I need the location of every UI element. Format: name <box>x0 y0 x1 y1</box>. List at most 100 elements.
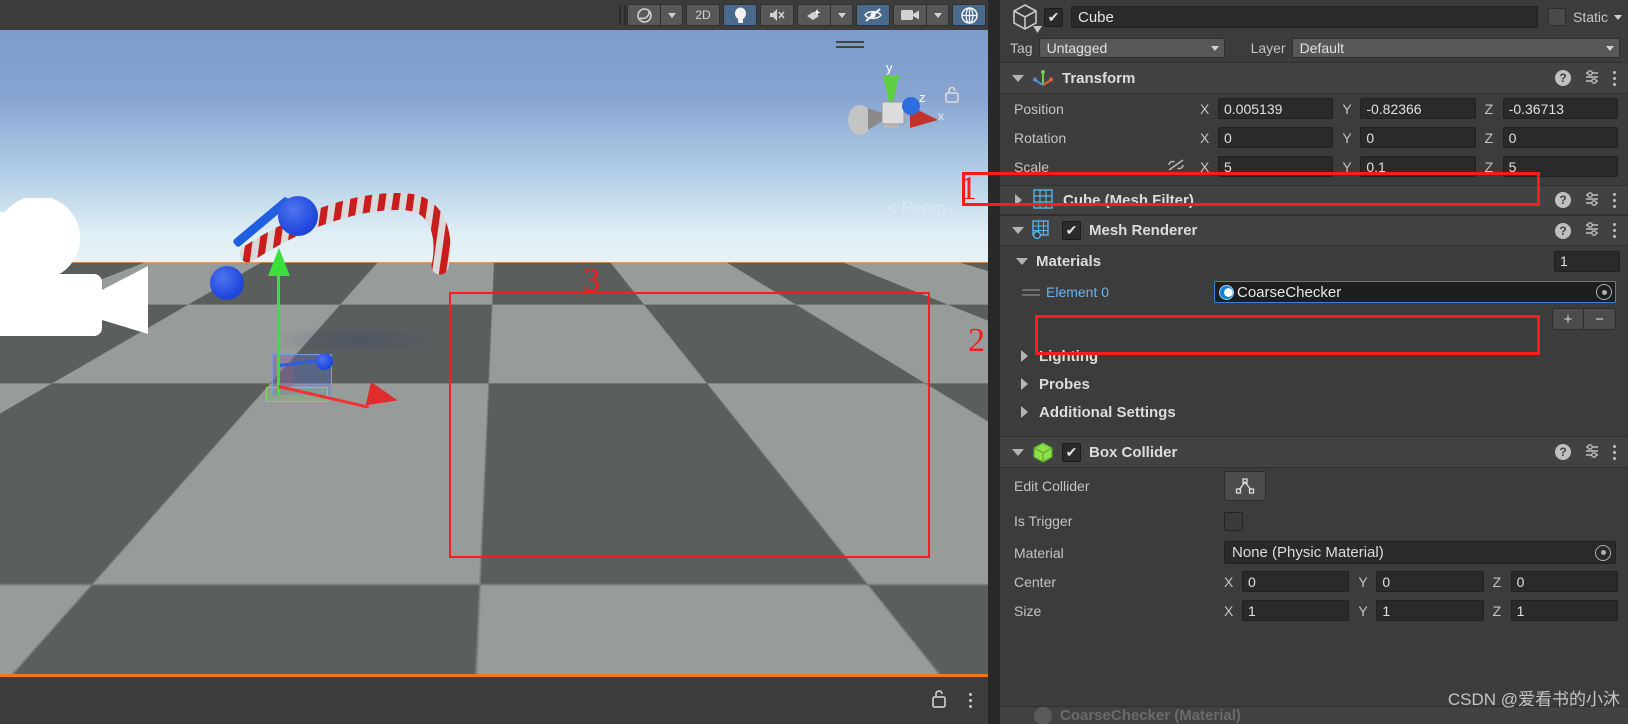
help-icon[interactable]: ? <box>1555 70 1571 86</box>
object-picker-icon[interactable] <box>1596 284 1612 300</box>
scale-x-field[interactable]: 5 <box>1218 156 1334 177</box>
additional-settings-foldout[interactable]: Additional Settings <box>1000 398 1628 426</box>
unlock-icon[interactable] <box>931 689 947 713</box>
position-x-field[interactable]: 0.005139 <box>1218 98 1334 119</box>
object-picker-icon[interactable] <box>1595 544 1611 561</box>
gameobject-name-field[interactable]: Cube <box>1071 6 1538 28</box>
shading-mode-group <box>627 4 683 26</box>
materials-foldout-row[interactable]: Materials 1 <box>1000 246 1628 276</box>
position-y-field[interactable]: -0.82366 <box>1360 98 1476 119</box>
component-title: Transform <box>1062 69 1136 87</box>
help-icon[interactable]: ? <box>1555 222 1571 239</box>
center-y-field[interactable]: 0 <box>1376 571 1484 592</box>
edit-collider-row: Edit Collider <box>1000 468 1628 504</box>
property-label: Edit Collider <box>1014 478 1090 494</box>
gameobject-enabled-checkbox[interactable]: ✔ <box>1044 7 1063 27</box>
viewport-drag-handle[interactable] <box>836 41 864 51</box>
foldout-arrow-icon[interactable] <box>1015 194 1022 206</box>
scene-orientation-gizmo[interactable]: y x z <box>838 58 948 168</box>
component-header-transform[interactable]: Transform ? <box>1000 62 1628 94</box>
gizmo-axis-y[interactable] <box>277 268 280 396</box>
remove-material-button[interactable]: − <box>1584 308 1616 330</box>
gizmo-arrow-y[interactable] <box>268 248 290 276</box>
kebab-menu-icon[interactable] <box>1613 223 1616 238</box>
add-material-button[interactable]: + <box>1552 308 1584 330</box>
toggle-2d-button[interactable]: 2D <box>686 4 720 26</box>
material-preview-icon <box>1034 707 1052 724</box>
reorder-handle-icon[interactable] <box>1022 288 1040 296</box>
effects-dropdown[interactable] <box>831 4 853 26</box>
kebab-menu-icon[interactable] <box>1613 444 1616 460</box>
shading-mode-button[interactable] <box>627 4 661 26</box>
joint-sphere[interactable] <box>210 266 244 300</box>
gizmo-handle-z[interactable] <box>316 353 333 370</box>
component-title: Mesh Renderer <box>1089 222 1198 239</box>
rope-mesh[interactable] <box>240 180 480 300</box>
foldout-arrow-icon[interactable] <box>1012 227 1024 234</box>
static-checkbox[interactable] <box>1547 8 1566 26</box>
kebab-menu-icon[interactable] <box>969 693 972 708</box>
help-icon[interactable]: ? <box>1555 444 1571 460</box>
scene-camera-dropdown[interactable] <box>927 4 949 26</box>
size-x-field[interactable]: 1 <box>1242 600 1350 621</box>
gizmos-toggle-button[interactable] <box>952 4 986 26</box>
rotation-x-field[interactable]: 0 <box>1218 127 1334 148</box>
material-object-field[interactable]: CoarseChecker <box>1214 281 1616 303</box>
preset-icon[interactable] <box>1584 443 1600 462</box>
size-y-field[interactable]: 1 <box>1376 600 1484 621</box>
kebab-menu-icon[interactable] <box>1613 192 1616 208</box>
tag-dropdown[interactable]: Untagged <box>1038 38 1225 58</box>
component-header-tools: ? <box>1555 69 1620 88</box>
box-collider-enabled-checkbox[interactable]: ✔ <box>1062 442 1081 462</box>
scene-camera-button[interactable] <box>893 4 927 26</box>
edit-collider-button[interactable] <box>1224 471 1266 501</box>
joint-sphere[interactable] <box>278 196 318 236</box>
scene-viewport[interactable]: y x z < Persp <box>0 30 988 674</box>
toggle-lighting-button[interactable] <box>723 4 757 26</box>
scene-camera-gizmo[interactable] <box>0 198 190 358</box>
scale-z-field[interactable]: 5 <box>1502 156 1618 177</box>
help-icon[interactable]: ? <box>1555 192 1571 208</box>
mesh-renderer-enabled-checkbox[interactable]: ✔ <box>1062 221 1081 240</box>
projection-mode-label[interactable]: < Persp <box>887 198 946 218</box>
constrained-proportions-off-icon[interactable] <box>1166 157 1200 176</box>
property-label: Scale <box>1014 158 1050 175</box>
shading-mode-dropdown[interactable] <box>661 4 683 26</box>
lighting-foldout[interactable]: Lighting <box>1000 342 1628 370</box>
static-dropdown-caret[interactable] <box>1614 14 1622 20</box>
property-label: Size <box>1014 602 1042 619</box>
size-z-field[interactable]: 1 <box>1510 600 1618 621</box>
chevron-down-icon <box>1606 45 1614 51</box>
component-header-mesh-filter[interactable]: Cube (Mesh Filter) ? <box>1000 185 1628 215</box>
foldout-arrow-icon[interactable] <box>1021 350 1028 362</box>
materials-size-field[interactable]: 1 <box>1554 250 1620 272</box>
foldout-arrow-icon[interactable] <box>1021 378 1028 390</box>
is-trigger-checkbox[interactable] <box>1224 511 1243 531</box>
chevron-down-icon <box>667 12 676 18</box>
toggle-audio-button[interactable] <box>760 4 794 26</box>
center-z-field[interactable]: 0 <box>1510 571 1618 592</box>
axis-label-y: Y <box>1342 129 1352 146</box>
position-z-field[interactable]: -0.36713 <box>1502 98 1618 119</box>
vector3-field: X 0.005139 Y -0.82366 Z -0.36713 <box>1200 98 1628 119</box>
foldout-arrow-icon[interactable] <box>1021 406 1028 418</box>
preset-icon[interactable] <box>1584 69 1600 88</box>
foldout-arrow-icon[interactable] <box>1012 74 1024 82</box>
kebab-menu-icon[interactable] <box>1613 70 1616 86</box>
preset-icon[interactable] <box>1584 191 1600 210</box>
rotation-z-field[interactable]: 0 <box>1502 127 1618 148</box>
layer-dropdown[interactable]: Default <box>1291 38 1620 58</box>
center-x-field[interactable]: 0 <box>1242 571 1350 592</box>
physic-material-field[interactable]: None (Physic Material) <box>1224 541 1616 564</box>
foldout-arrow-icon[interactable] <box>1012 448 1024 456</box>
probes-foldout[interactable]: Probes <box>1000 370 1628 398</box>
preset-icon[interactable] <box>1584 221 1600 240</box>
component-header-mesh-renderer[interactable]: ✔ Mesh Renderer ? <box>1000 215 1628 246</box>
rotation-y-field[interactable]: 0 <box>1360 127 1476 148</box>
scene-visibility-button[interactable] <box>856 4 890 26</box>
scale-y-field[interactable]: 0.1 <box>1360 156 1476 177</box>
foldout-arrow-icon[interactable] <box>1016 257 1028 265</box>
transform-rotation-row: Rotation X 0 Y 0 Z 0 <box>1000 123 1628 152</box>
toggle-effects-button[interactable] <box>797 4 831 26</box>
component-header-box-collider[interactable]: ✔ Box Collider ? <box>1000 436 1628 468</box>
